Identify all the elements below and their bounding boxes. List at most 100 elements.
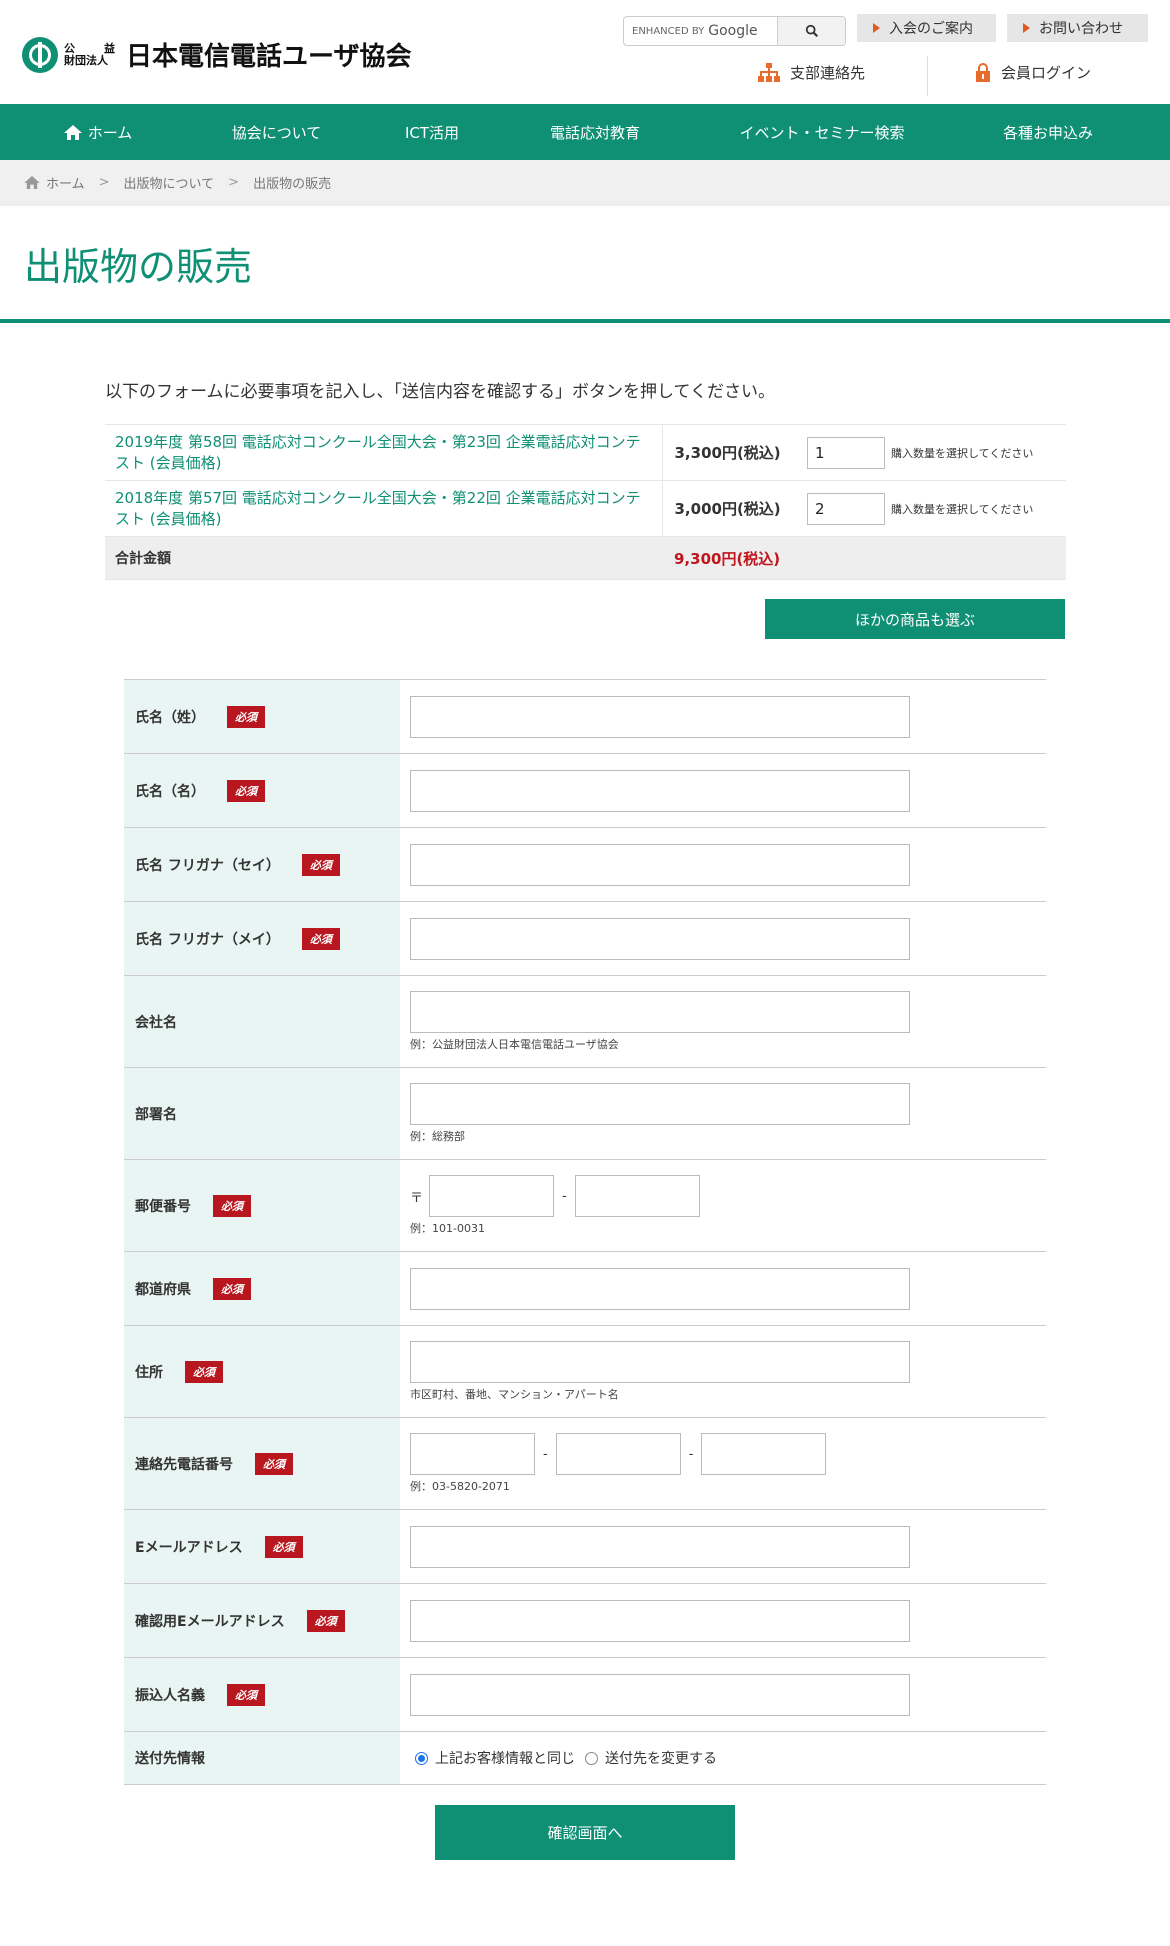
product-name[interactable]: 2019年度 第58回 電話応対コンクール全国大会・第23回 企業電話応対コンテ…: [105, 424, 663, 481]
title-shadow: [0, 204, 1170, 207]
form-row-payer: 振込人名義 必須: [124, 1658, 1046, 1732]
label-text: Eメールアドレス: [135, 1539, 243, 1556]
label-text: 氏名（姓）: [135, 709, 205, 726]
email-confirm-input[interactable]: [410, 1599, 910, 1642]
kana-mei-input[interactable]: [410, 917, 910, 960]
quantity-input[interactable]: 1: [807, 436, 885, 469]
contact-button[interactable]: お問い合わせ: [1007, 14, 1148, 42]
label-text: 振込人名義: [135, 1687, 205, 1704]
tel-first-input[interactable]: [410, 1433, 535, 1475]
breadcrumb-current: 出版物の販売: [253, 176, 332, 192]
header-divider: [927, 56, 928, 96]
required-badge: 必須: [301, 927, 340, 950]
tel-third-input[interactable]: [701, 1433, 827, 1475]
search-button[interactable]: [777, 17, 845, 45]
branch-label: 支部連絡先: [790, 64, 866, 82]
nav-item-apply[interactable]: 各種お申込み: [961, 104, 1135, 160]
form-row-prefecture: 都道府県 必須: [124, 1252, 1046, 1326]
label-text: 送付先情報: [135, 1751, 205, 1767]
site-search: ENHANCED BY Google: [623, 16, 846, 46]
company-hint: 例：公益財団法人日本電信電話ユーザ協会: [410, 1038, 619, 1051]
form-label: 氏名 フリガナ（セイ） 必須: [124, 828, 400, 901]
join-button[interactable]: 入会のご案内: [857, 14, 996, 42]
home-icon: [63, 124, 82, 140]
order-form: 氏名（姓） 必須 氏名（名） 必須 氏名 フリガナ（セイ） 必須 氏名 フリガナ（メイ…: [124, 679, 1046, 1785]
first-name-input[interactable]: [410, 769, 910, 812]
breadcrumb-publications[interactable]: 出版物について: [124, 173, 215, 192]
org-chart-icon: [758, 62, 780, 82]
required-badge: 必須: [185, 1360, 223, 1383]
other-products-button[interactable]: ほかの商品も選ぶ: [765, 599, 1065, 639]
nav-label: 各種お申込み: [1002, 123, 1093, 142]
label-text: 郵便番号: [135, 1198, 191, 1215]
form-label: 氏名 フリガナ（メイ） 必須: [124, 902, 400, 975]
zip-second-input[interactable]: [574, 1175, 700, 1217]
shipping-change-label[interactable]: 送付先を変更する: [605, 1748, 717, 1768]
lock-icon: [976, 63, 990, 82]
search-input[interactable]: ENHANCED BY Google: [624, 17, 777, 45]
department-input[interactable]: [410, 1083, 910, 1125]
product-row: 2018年度 第57回 電話応対コンクール全国大会・第22回 企業電話応対コンテ…: [105, 480, 1066, 537]
branch-link[interactable]: 支部連絡先: [758, 62, 865, 83]
global-nav: ホーム 協会について ICT活用 電話応対教育 イベント・セミナー検索 各種お申…: [0, 104, 1170, 160]
form-label: Eメールアドレス 必須: [124, 1510, 400, 1583]
form-row-email: Eメールアドレス 必須: [124, 1510, 1046, 1584]
form-label: 連絡先電話番号 必須: [124, 1418, 400, 1509]
quantity-input[interactable]: 2: [807, 492, 885, 525]
shipping-same-radio[interactable]: [415, 1751, 428, 1765]
form-label: 氏名（名） 必須: [124, 754, 400, 827]
company-input[interactable]: [410, 991, 910, 1033]
site-logo[interactable]: 公 益 財団法人 日本電信電話ユーザ協会: [22, 36, 411, 73]
product-price: 3,300円(税込): [662, 424, 807, 481]
form-label: 確認用Eメールアドレス 必須: [124, 1584, 400, 1657]
nav-item-education[interactable]: 電話応対教育: [507, 104, 683, 160]
payer-input[interactable]: [410, 1673, 910, 1716]
email-input[interactable]: [410, 1525, 910, 1568]
home-icon: [24, 175, 40, 189]
breadcrumb: ホーム > 出版物について > 出版物の販売: [0, 160, 1170, 204]
last-name-input[interactable]: [410, 695, 910, 738]
shipping-same-label[interactable]: 上記お客様情報と同じ: [435, 1748, 575, 1768]
zip-first-input[interactable]: [429, 1175, 555, 1217]
nav-item-events[interactable]: イベント・セミナー検索: [683, 104, 961, 160]
address-hint: 市区町村、番地、マンション・アパート名: [410, 1388, 619, 1401]
form-row-email-confirm: 確認用Eメールアドレス 必須: [124, 1584, 1046, 1658]
login-label: 会員ログイン: [1001, 64, 1092, 82]
nav-item-home[interactable]: ホーム: [0, 104, 196, 160]
form-label: 会社名: [124, 976, 400, 1067]
search-icon: [805, 24, 818, 38]
label-text: 住所: [135, 1364, 163, 1381]
confirm-button[interactable]: 確認画面へ: [435, 1805, 735, 1860]
form-row-zip: 郵便番号 必須 〒 - 例：101-0031: [124, 1160, 1046, 1252]
kana-sei-input[interactable]: [410, 843, 910, 886]
product-name[interactable]: 2018年度 第57回 電話応対コンクール全国大会・第22回 企業電話応対コンテ…: [105, 480, 663, 537]
arrow-right-icon: [1023, 23, 1030, 33]
contact-label: お問い合わせ: [1039, 21, 1123, 37]
zip-dash: -: [562, 1188, 567, 1204]
prefecture-input[interactable]: [410, 1267, 910, 1310]
logo-mark-icon: [22, 36, 58, 73]
tel-second-input[interactable]: [555, 1433, 681, 1475]
tel-hint: 例：03-5820-2071: [410, 1480, 510, 1493]
form-row-department: 部署名 例：総務部: [124, 1068, 1046, 1160]
required-badge: 必須: [227, 705, 265, 728]
shipping-change-radio[interactable]: [585, 1751, 598, 1765]
breadcrumb-separator: >: [228, 174, 240, 190]
login-link[interactable]: 会員ログイン: [975, 62, 1091, 83]
required-badge: 必須: [227, 779, 265, 802]
nav-item-ict[interactable]: ICT活用: [357, 104, 507, 160]
nav-item-about[interactable]: 協会について: [196, 104, 357, 160]
site-header: 公 益 財団法人 日本電信電話ユーザ協会 ENHANCED BY Google …: [0, 0, 1170, 104]
label-text: 連絡先電話番号: [135, 1456, 233, 1473]
product-qty-cell: 2 購入数量を選択してください: [807, 480, 1066, 537]
form-row-shipping: 送付先情報 上記お客様情報と同じ 送付先を変更する: [124, 1732, 1046, 1785]
nav-label: ホーム: [87, 123, 133, 142]
form-row-kana-mei: 氏名 フリガナ（メイ） 必須: [124, 902, 1046, 976]
title-underline: [0, 319, 1170, 323]
label-text: 氏名（名）: [135, 783, 205, 800]
logo-small-text: 公 益 財団法人: [64, 42, 124, 67]
required-badge: 必須: [255, 1452, 293, 1475]
address-input[interactable]: [410, 1341, 910, 1383]
nav-label: イベント・セミナー検索: [739, 123, 905, 142]
breadcrumb-home[interactable]: ホーム: [46, 173, 85, 192]
